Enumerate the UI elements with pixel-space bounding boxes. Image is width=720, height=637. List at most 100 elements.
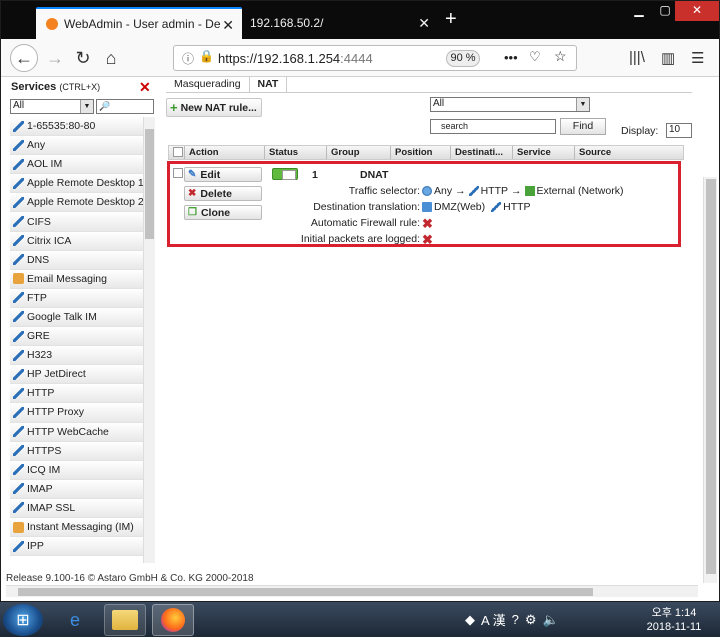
display-count-select[interactable]: 10 — [666, 123, 692, 138]
service-item[interactable]: HTTPS — [10, 441, 143, 461]
more-icon[interactable]: ••• — [504, 50, 518, 65]
service-item-label: Email Messaging — [27, 272, 107, 285]
home-icon[interactable]: ⌂ — [97, 44, 125, 72]
service-item[interactable]: Instant Messaging (IM) — [10, 517, 143, 538]
close-sidebar-icon[interactable]: ✕ — [139, 79, 151, 96]
tab-webadmin[interactable]: WebAdmin - User admin - De ✕ — [36, 7, 242, 39]
column-service[interactable]: Service — [513, 146, 575, 159]
speaker-icon[interactable]: 🔈 — [542, 612, 558, 628]
tab-title: WebAdmin - User admin - De — [64, 17, 221, 31]
network-icon[interactable]: ◆ — [465, 612, 475, 628]
tab-masquerading[interactable]: Masquerading — [166, 77, 250, 92]
service-item-label: HTTP WebCache — [27, 425, 109, 438]
service-item[interactable]: Google Talk IM — [10, 307, 143, 328]
rule-status-toggle[interactable] — [272, 168, 298, 180]
service-item[interactable]: Any — [10, 136, 143, 156]
service-item[interactable]: ICQ IM — [10, 460, 143, 480]
traffic-selector-label: Traffic selector: — [348, 185, 420, 197]
service-item[interactable]: IMAP — [10, 479, 143, 499]
release-footer: Release 9.100-16 © Astaro GmbH & Co. KG … — [6, 573, 254, 584]
pocket-icon[interactable]: ♡ — [529, 49, 541, 65]
file-explorer-icon[interactable] — [104, 604, 146, 636]
scrollbar-thumb[interactable] — [18, 588, 593, 596]
browser-window: WebAdmin - User admin - De ✕ 192.168.50.… — [0, 0, 720, 602]
page-scrollbar[interactable] — [703, 177, 717, 583]
help-icon[interactable]: ? — [512, 612, 519, 627]
service-item[interactable]: HTTP — [10, 384, 143, 404]
delete-label: Delete — [200, 187, 232, 200]
library-icon[interactable]: |||\ — [629, 49, 645, 66]
internet-explorer-icon[interactable]: e — [54, 604, 96, 636]
windows-start-icon[interactable]: ⊞ — [3, 604, 43, 636]
horizontal-scrollbar[interactable] — [6, 585, 698, 597]
service-item[interactable]: HP JetDirect — [10, 365, 143, 385]
scrollbar-thumb[interactable] — [706, 179, 716, 574]
menu-icon[interactable]: ☰ — [691, 49, 704, 67]
info-icon[interactable]: ⓘ — [182, 50, 194, 67]
destination-translation-value: DMZ(Web) HTTP — [422, 201, 531, 213]
network-flag-icon — [524, 186, 535, 196]
service-item[interactable]: 1-65535:80-80 — [10, 117, 143, 137]
service-item[interactable]: GRE — [10, 327, 143, 347]
service-icon — [468, 186, 479, 196]
reload-icon[interactable]: ↻ — [69, 44, 97, 72]
service-item[interactable]: Apple Remote Desktop 28 — [10, 193, 143, 213]
firefox-icon[interactable] — [152, 604, 194, 636]
column-source[interactable]: Source — [575, 146, 637, 159]
traffic-external[interactable]: External (Network) — [537, 185, 624, 197]
firefox-tab-icon — [46, 18, 58, 30]
dest-service[interactable]: HTTP — [503, 201, 530, 213]
service-item-label: Instant Messaging (IM) — [27, 521, 134, 534]
back-arrow-icon[interactable]: ← — [10, 44, 38, 72]
edit-button[interactable]: ✎ Edit — [184, 167, 262, 182]
service-item[interactable]: HTTP WebCache — [10, 422, 143, 442]
sidebar-filter-select[interactable]: All ▼ — [10, 99, 94, 114]
rule-checkbox[interactable] — [173, 168, 183, 178]
pen-icon — [13, 483, 24, 495]
service-item[interactable]: H323 — [10, 346, 143, 366]
star-icon[interactable]: ☆ — [554, 48, 567, 65]
sidebar-scrollbar[interactable] — [143, 117, 155, 563]
service-item[interactable]: HTTP Proxy — [10, 403, 143, 423]
find-button[interactable]: Find — [560, 118, 606, 135]
service-item[interactable]: Apple Remote Desktop 1 — [10, 174, 143, 194]
new-nat-rule-button[interactable]: + New NAT rule... — [166, 98, 262, 117]
close-icon[interactable]: ✕ — [418, 15, 430, 32]
ime-indicator[interactable]: A 漢 — [481, 610, 506, 629]
service-item[interactable]: FTP — [10, 288, 143, 308]
service-item[interactable]: DNS — [10, 250, 143, 270]
zoom-level[interactable]: 90 % — [446, 50, 480, 67]
minimize-icon[interactable]: ▁ — [625, 1, 653, 21]
rule-search-input[interactable]: search — [430, 119, 556, 134]
sidebar-search-input[interactable]: 🔎 — [96, 99, 154, 114]
service-item[interactable]: Citrix ICA — [10, 231, 143, 251]
traffic-any[interactable]: Any — [434, 185, 452, 197]
new-tab-icon[interactable]: + — [445, 9, 457, 29]
forward-arrow-icon[interactable]: → — [41, 44, 69, 72]
column-group[interactable]: Group — [327, 146, 391, 159]
sidebar-icon[interactable]: ▥ — [661, 49, 675, 67]
service-item[interactable]: Email Messaging — [10, 269, 143, 289]
select-all-checkbox[interactable] — [169, 146, 185, 159]
close-icon[interactable]: ✕ — [222, 17, 234, 34]
url-bar[interactable]: ⓘ 🔒 https://192.168.1.254:4444 90 % ••• … — [173, 45, 577, 71]
window-close-icon[interactable]: ✕ — [675, 1, 719, 21]
column-position[interactable]: Position — [391, 146, 451, 159]
dest-host[interactable]: DMZ(Web) — [434, 201, 485, 213]
column-action[interactable]: Action — [185, 146, 265, 159]
tab-192-168-50-2[interactable]: 192.168.50.2/ ✕ — [242, 7, 438, 39]
settings-icon[interactable]: ⚙ — [525, 612, 537, 628]
column-status[interactable]: Status — [265, 146, 327, 159]
scrollbar-thumb[interactable] — [145, 129, 154, 239]
service-item[interactable]: CIFS — [10, 212, 143, 232]
clock[interactable]: 오후 1:14 2018-11-11 — [642, 606, 706, 634]
group-filter-select[interactable]: All ▼ — [430, 97, 590, 112]
service-item[interactable]: IMAP SSL — [10, 498, 143, 518]
traffic-http[interactable]: HTTP — [481, 185, 508, 197]
service-item[interactable]: IPP — [10, 537, 143, 557]
service-item[interactable]: AOL IM — [10, 155, 143, 175]
pen-icon — [13, 311, 24, 323]
clock-time: 오후 1:14 — [651, 607, 697, 619]
tab-nat[interactable]: NAT — [249, 77, 288, 92]
column-destination[interactable]: Destinati... — [451, 146, 513, 159]
